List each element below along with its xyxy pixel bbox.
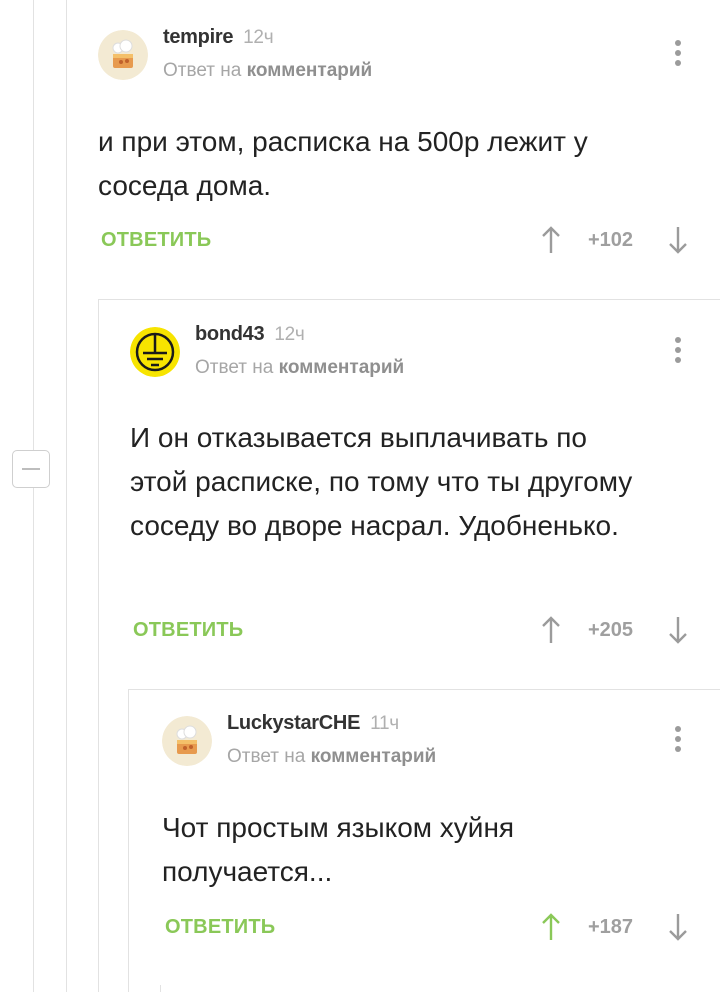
downvote-icon[interactable] (668, 615, 688, 645)
cake-icon (162, 716, 212, 766)
rating-score: +205 (588, 619, 634, 641)
author-name[interactable]: LuckystarCHE (227, 712, 360, 734)
reply-button[interactable]: ОТВЕТИТЬ (165, 916, 275, 939)
avatar[interactable] (162, 716, 212, 766)
upvote-icon[interactable] (541, 912, 561, 942)
rating-score: +102 (588, 229, 634, 251)
more-menu-icon[interactable] (674, 40, 682, 70)
reply-button[interactable]: ОТВЕТИТЬ (101, 229, 211, 252)
comment-text: и при этом, расписка на 500р лежит у сос… (98, 126, 588, 201)
thread-line (98, 299, 720, 300)
reply-to-link[interactable]: комментарий (311, 746, 437, 767)
reply-to: Ответ на комментарий (163, 60, 372, 82)
comment-time: 11ч (370, 713, 399, 734)
more-menu-icon[interactable] (674, 337, 682, 367)
comment: LuckystarCHE 11ч Ответ на комментарий Чот… (162, 712, 698, 956)
comment-text: И он отказывается выплачивать по этой ра… (130, 422, 633, 541)
comment: bond43 12ч Ответ на комментарий И он отка… (130, 323, 698, 657)
ground-symbol-icon (130, 327, 180, 377)
author-name[interactable]: tempire (163, 26, 233, 48)
reply-to-link[interactable]: комментарий (247, 60, 373, 81)
comment-author[interactable]: bond43 12ч (195, 323, 305, 346)
downvote-icon[interactable] (668, 912, 688, 942)
thread-line (66, 0, 67, 992)
cake-icon (98, 30, 148, 80)
comment-text: Чот простым языком хуйня получается... (162, 812, 515, 887)
comment-time: 12ч (274, 324, 305, 345)
reply-to: Ответ на комментарий (227, 746, 436, 768)
author-name[interactable]: bond43 (195, 323, 265, 345)
comment-author[interactable]: LuckystarCHE 11ч (227, 712, 399, 735)
more-menu-icon[interactable] (674, 726, 682, 756)
reply-to-prefix: Ответ на (195, 357, 274, 378)
thread-line (33, 0, 34, 450)
thread-line (98, 300, 99, 992)
comment: tempire 12ч Ответ на комментарий и при эт… (98, 26, 698, 270)
thread-line (160, 985, 161, 992)
thread-line (128, 689, 720, 690)
downvote-icon[interactable] (668, 225, 688, 255)
thread-line (128, 690, 129, 992)
comment-author[interactable]: tempire 12ч (163, 26, 274, 49)
rating-score: +187 (588, 916, 634, 938)
reply-to-link[interactable]: комментарий (279, 357, 405, 378)
avatar[interactable] (130, 327, 180, 377)
avatar[interactable] (98, 30, 148, 80)
reply-to: Ответ на комментарий (195, 357, 404, 379)
reply-button[interactable]: ОТВЕТИТЬ (133, 619, 243, 642)
reply-to-prefix: Ответ на (163, 60, 242, 81)
thread-line (33, 488, 34, 992)
upvote-icon[interactable] (541, 225, 561, 255)
collapse-thread-button[interactable] (12, 450, 50, 488)
reply-to-prefix: Ответ на (227, 746, 306, 767)
comment-time: 12ч (243, 27, 274, 48)
upvote-icon[interactable] (541, 615, 561, 645)
